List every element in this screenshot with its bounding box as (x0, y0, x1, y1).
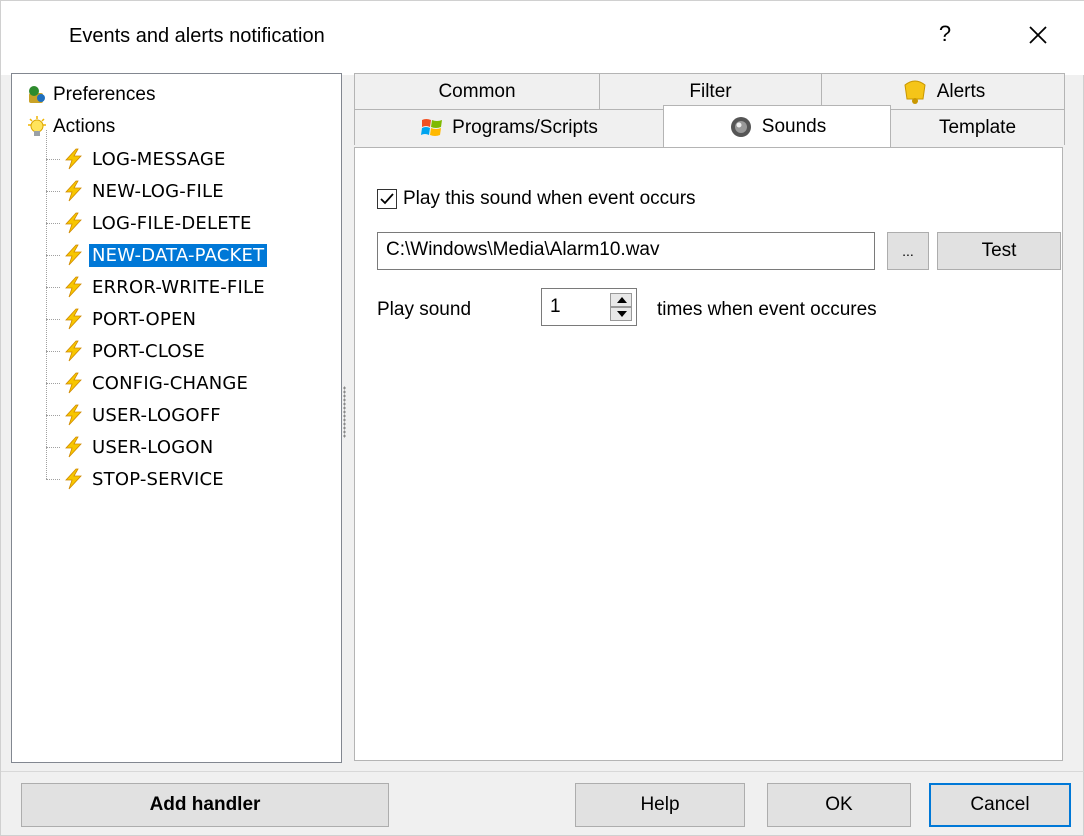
tree-item-action[interactable]: STOP-SERVICE (62, 464, 227, 494)
tree-connector (46, 130, 47, 479)
tree-item-label: NEW-LOG-FILE (92, 180, 224, 202)
cancel-button[interactable]: Cancel (929, 783, 1071, 827)
browse-button[interactable]: ... (887, 232, 929, 270)
tab-sounds[interactable]: Sounds (663, 105, 891, 147)
repeat-count-spinner[interactable]: 1 (541, 288, 637, 326)
tab-label: Programs/Scripts (452, 116, 598, 138)
tree-item-action[interactable]: ERROR-WRITE-FILE (62, 272, 268, 302)
play-sound-checkbox[interactable] (377, 189, 397, 209)
tree-connector (46, 159, 60, 160)
tree-connector (46, 319, 60, 320)
tree-item-label: LOG-FILE-DELETE (92, 212, 252, 234)
sounds-panel: Play this sound when event occurs C:\Win… (354, 147, 1063, 761)
tree-item-action[interactable]: USER-LOGOFF (62, 400, 224, 430)
tree-connector (46, 255, 60, 256)
window-title: Events and alerts notification (69, 25, 325, 47)
lightbulb-icon (28, 116, 46, 136)
tree-connector (46, 383, 60, 384)
lightning-icon (65, 372, 82, 394)
tree-item-actions[interactable]: Actions (26, 112, 115, 142)
splitter-grip[interactable] (343, 386, 346, 438)
tree-item-label: NEW-DATA-PACKET (89, 243, 268, 267)
windows-flag-icon (421, 118, 443, 136)
tree-item-label: CONFIG-CHANGE (92, 372, 249, 394)
help-button[interactable]: Help (575, 783, 745, 827)
tree-item-label: Preferences (53, 84, 156, 105)
repeat-count-value: 1 (550, 296, 561, 317)
events-alerts-dialog: Events and alerts notification ? Prefere… (0, 0, 1084, 836)
tree-item-label: ERROR-WRITE-FILE (92, 276, 265, 298)
lightning-icon (65, 276, 82, 298)
lightning-icon (65, 404, 82, 426)
tab-programs-scripts[interactable]: Programs/Scripts (354, 109, 664, 145)
test-button[interactable]: Test (937, 232, 1061, 270)
tab-control: Common Filter Alerts Programs/Scripts So… (354, 73, 1065, 761)
arrow-down-icon (617, 311, 627, 317)
tree-item-action[interactable]: PORT-CLOSE (62, 336, 208, 366)
tree-item-label: LOG-MESSAGE (92, 148, 226, 170)
tree-item-action[interactable]: CONFIG-CHANGE (62, 368, 251, 398)
tree-item-label: STOP-SERVICE (92, 468, 224, 490)
tab-alerts[interactable]: Alerts (821, 73, 1065, 109)
tree-item-label: Actions (53, 116, 116, 137)
tree-connector (46, 287, 60, 288)
tree-item-label: USER-LOGOFF (92, 404, 221, 426)
spinner-buttons (610, 293, 632, 321)
add-handler-button[interactable]: Add handler (21, 783, 389, 827)
tree-connector (46, 479, 60, 480)
ok-button[interactable]: OK (767, 783, 911, 827)
sound-file-path-input[interactable]: C:\Windows\Media\Alarm10.wav (377, 232, 875, 270)
lightning-icon (65, 468, 82, 490)
tab-template[interactable]: Template (890, 109, 1065, 145)
tree-connector (46, 415, 60, 416)
arrow-up-icon (617, 297, 627, 303)
speaker-icon (730, 116, 751, 137)
play-sound-checkbox-row[interactable]: Play this sound when event occurs (377, 188, 696, 210)
preferences-icon (29, 86, 45, 103)
tree-item-action[interactable]: LOG-FILE-DELETE (62, 208, 255, 238)
tab-label: Template (938, 116, 1017, 138)
help-title-button[interactable]: ? (933, 21, 957, 47)
tree-connector (46, 351, 60, 352)
tree-connector (46, 447, 60, 448)
play-sound-label: Play sound (377, 299, 472, 320)
tree-item-label: PORT-OPEN (92, 308, 197, 330)
title-bar[interactable]: Events and alerts notification ? (1, 1, 1084, 75)
tree-item-action[interactable]: NEW-DATA-PACKET (62, 240, 268, 270)
lightning-icon (65, 244, 82, 266)
event-tree[interactable]: Preferences Actions LOG-MESSAGE NEW-LOG-F… (11, 73, 342, 763)
lightning-icon (65, 148, 82, 170)
tree-item-action[interactable]: PORT-OPEN (62, 304, 199, 334)
checkmark-icon (380, 193, 394, 205)
spinner-up-button[interactable] (610, 293, 632, 307)
tree-connector (46, 191, 60, 192)
times-suffix-label: times when event occures (657, 299, 877, 320)
tree-item-action[interactable]: USER-LOGON (62, 432, 216, 462)
tab-label: Filter (689, 80, 732, 102)
lightning-icon (65, 340, 82, 362)
tab-label: Sounds (761, 115, 827, 137)
footer-divider (1, 771, 1084, 772)
play-sound-label: Play this sound when event occurs (403, 188, 696, 209)
tree-item-label: USER-LOGON (92, 436, 214, 458)
lightning-icon (65, 436, 82, 458)
lightning-icon (65, 180, 82, 202)
tree-item-preferences[interactable]: Preferences (26, 80, 155, 110)
tab-common[interactable]: Common (354, 73, 600, 109)
lightning-icon (65, 212, 82, 234)
tree-item-action[interactable]: NEW-LOG-FILE (62, 176, 227, 206)
lightning-icon (65, 308, 82, 330)
tree-item-action[interactable]: LOG-MESSAGE (62, 144, 229, 174)
spinner-down-button[interactable] (610, 307, 632, 321)
tab-label: Common (438, 80, 516, 102)
tab-filter[interactable]: Filter (599, 73, 822, 109)
tree-connector (46, 223, 60, 224)
tree-item-label: PORT-CLOSE (92, 340, 205, 362)
bell-icon (904, 80, 926, 104)
tab-label: Alerts (936, 80, 986, 102)
close-icon[interactable] (1026, 23, 1050, 47)
